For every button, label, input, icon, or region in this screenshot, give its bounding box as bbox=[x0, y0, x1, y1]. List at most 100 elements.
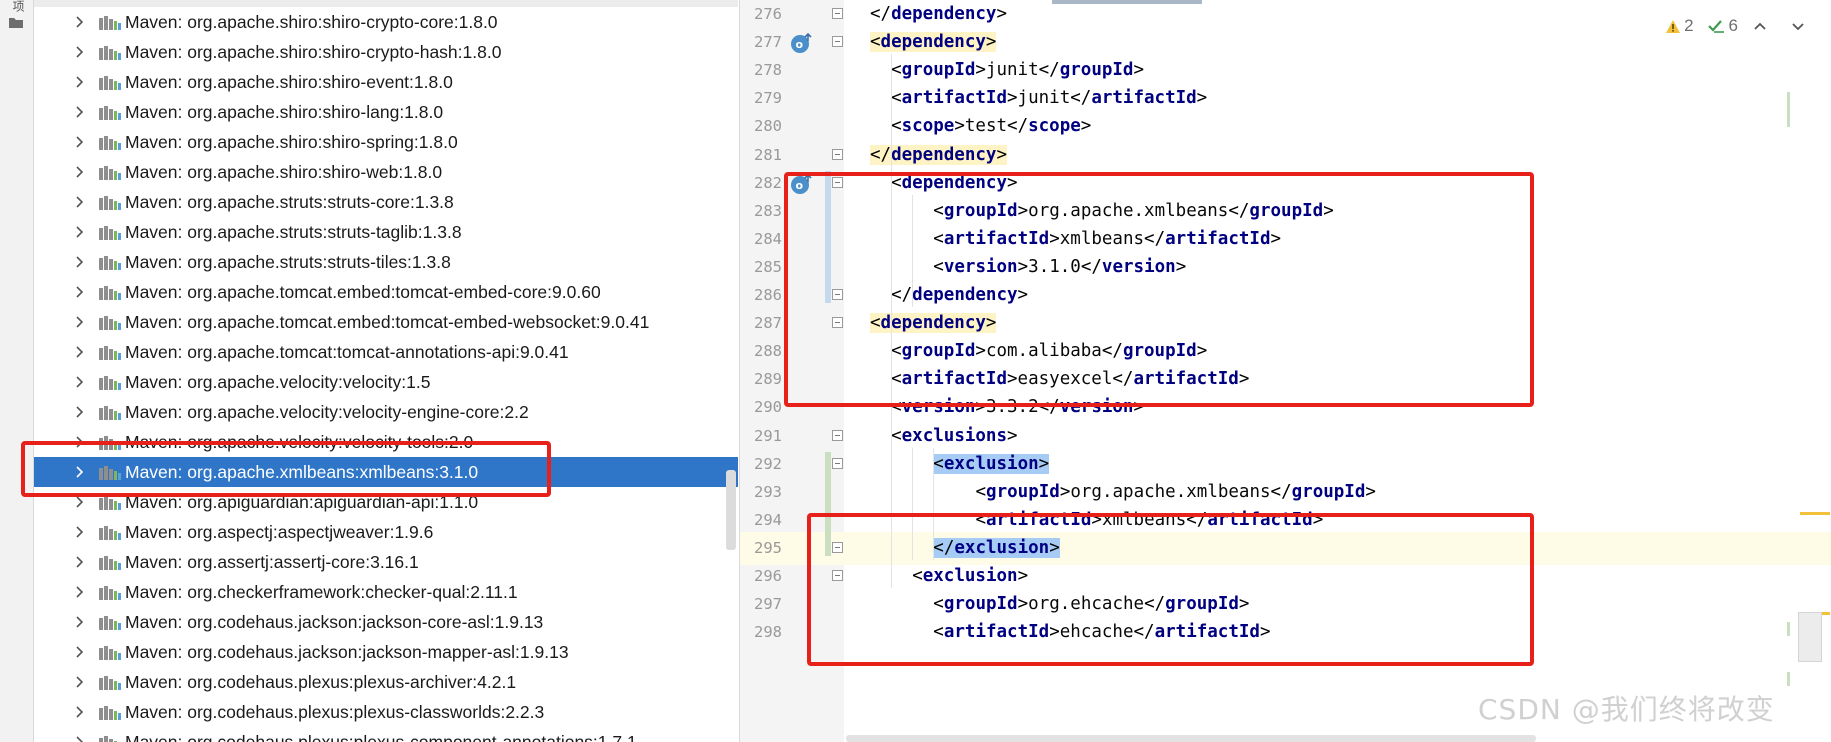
tree-row[interactable]: Maven: org.apache.shiro:shiro-spring:1.8… bbox=[34, 127, 738, 157]
chevron-right-icon[interactable] bbox=[74, 76, 84, 88]
fold-marker-icon[interactable] bbox=[832, 457, 843, 469]
tree-row[interactable]: Maven: org.apache.shiro:shiro-event:1.8.… bbox=[34, 67, 738, 97]
chevron-right-icon[interactable] bbox=[74, 586, 84, 598]
tree-row[interactable]: Maven: org.codehaus.plexus:plexus-classw… bbox=[34, 697, 738, 727]
chevron-right-icon[interactable] bbox=[74, 736, 84, 742]
chevron-right-icon[interactable] bbox=[74, 436, 84, 448]
ok-count[interactable]: 6 bbox=[1707, 16, 1738, 36]
chevron-right-icon[interactable] bbox=[74, 226, 84, 238]
change-marker[interactable] bbox=[1787, 622, 1790, 636]
vcs-change-bar[interactable] bbox=[825, 451, 831, 556]
folder-icon[interactable] bbox=[8, 16, 24, 29]
library-icon bbox=[99, 676, 121, 690]
vcs-change-bar[interactable] bbox=[825, 170, 831, 304]
tree-row[interactable]: Maven: org.codehaus.jackson:jackson-core… bbox=[34, 607, 738, 637]
tree-row[interactable]: Maven: org.apache.shiro:shiro-lang:1.8.0 bbox=[34, 97, 738, 127]
tree-row[interactable]: Maven: org.apache.shiro:shiro-crypto-cor… bbox=[34, 7, 738, 37]
fold-marker-icon[interactable] bbox=[832, 317, 843, 329]
xml-bracket: > bbox=[1323, 200, 1334, 221]
chevron-right-icon[interactable] bbox=[74, 616, 84, 628]
tree-row[interactable]: Maven: org.apache.shiro:shiro-web:1.8.0 bbox=[34, 157, 738, 187]
project-tool-label[interactable]: 项 bbox=[10, 0, 27, 12]
xml-tag-name: version bbox=[1059, 397, 1134, 418]
xml-tag-name: artifactId bbox=[901, 88, 1007, 109]
tree-row[interactable]: Maven: org.apache.shiro:shiro-crypto-has… bbox=[34, 37, 738, 67]
code-line[interactable]: 298 <artifactId>ehcache</artifactId> bbox=[740, 616, 1831, 649]
chevron-right-icon[interactable] bbox=[74, 556, 84, 568]
chevron-right-icon[interactable] bbox=[74, 256, 84, 268]
change-marker[interactable] bbox=[1787, 92, 1790, 127]
warning-count[interactable]: 2 bbox=[1665, 16, 1694, 36]
tree-row[interactable]: Maven: org.apache.tomcat.embed:tomcat-em… bbox=[34, 307, 738, 337]
fold-marker-icon[interactable] bbox=[832, 570, 843, 581]
library-label: Maven: org.apache.tomcat.embed:tomcat-em… bbox=[125, 282, 601, 302]
library-icon bbox=[99, 616, 121, 630]
chevron-right-icon[interactable] bbox=[74, 676, 84, 688]
fold-marker-icon[interactable] bbox=[832, 36, 843, 48]
xml-bracket: > bbox=[985, 32, 997, 53]
overriding-icon[interactable]: o bbox=[789, 32, 815, 54]
chevron-right-icon[interactable] bbox=[74, 346, 84, 358]
tree-row[interactable]: Maven: org.codehaus.plexus:plexus-compon… bbox=[34, 727, 738, 742]
pom-xml-editor[interactable]: 276 </dependency> 277 <dependency> o 278 <grou… bbox=[739, 0, 1831, 742]
tree-row[interactable]: Maven: org.apache.xmlbeans:xmlbeans:3.1.… bbox=[34, 457, 738, 487]
tree-row[interactable]: Maven: org.apache.tomcat.embed:tomcat-em… bbox=[34, 277, 738, 307]
chevron-up-icon[interactable] bbox=[1752, 20, 1768, 32]
xml-bracket: < bbox=[891, 341, 902, 362]
chevron-right-icon[interactable] bbox=[74, 196, 84, 208]
overriding-icon[interactable]: o bbox=[789, 173, 815, 195]
xml-tag-name: dependency bbox=[880, 32, 986, 53]
xml-bracket: > bbox=[1175, 256, 1187, 277]
tree-row[interactable]: Maven: org.apache.struts:struts-core:1.3… bbox=[34, 187, 738, 217]
chevron-right-icon[interactable] bbox=[74, 136, 84, 148]
tree-row[interactable]: Maven: org.assertj:assertj-core:3.16.1 bbox=[34, 547, 738, 577]
xml-bracket: > bbox=[1312, 509, 1324, 530]
tree-row[interactable]: Maven: org.apache.struts:struts-tiles:1.… bbox=[34, 247, 738, 277]
chevron-down-icon[interactable] bbox=[1790, 20, 1806, 32]
chevron-right-icon[interactable] bbox=[74, 316, 84, 328]
editor-horizontal-scrollbar[interactable] bbox=[846, 735, 1536, 742]
chevron-right-icon[interactable] bbox=[74, 646, 84, 658]
tree-scrollbar[interactable] bbox=[726, 470, 736, 550]
tree-row[interactable]: Maven: org.checkerframework:checker-qual… bbox=[34, 577, 738, 607]
chevron-right-icon[interactable] bbox=[74, 46, 84, 58]
xml-bracket: < bbox=[891, 172, 902, 193]
editor-scroll-thumb[interactable] bbox=[1798, 612, 1822, 662]
chevron-right-icon[interactable] bbox=[74, 286, 84, 298]
tree-row[interactable]: Maven: org.codehaus.plexus:plexus-archiv… bbox=[34, 667, 738, 697]
tree-row[interactable]: Maven: org.apache.struts:struts-taglib:1… bbox=[34, 217, 738, 247]
chevron-right-icon[interactable] bbox=[74, 526, 84, 538]
chevron-right-icon[interactable] bbox=[74, 16, 84, 28]
library-icon bbox=[99, 46, 121, 60]
change-marker[interactable] bbox=[1787, 672, 1790, 686]
inspection-widget[interactable]: 2 6 bbox=[1665, 14, 1806, 38]
fold-marker-icon[interactable] bbox=[832, 289, 843, 300]
chevron-right-icon[interactable] bbox=[74, 496, 84, 508]
chevron-right-icon[interactable] bbox=[74, 406, 84, 418]
tree-row[interactable]: Maven: org.apiguardian:apiguardian-api:1… bbox=[34, 487, 738, 517]
warning-marker[interactable] bbox=[1800, 512, 1830, 515]
chevron-right-icon[interactable] bbox=[74, 106, 84, 118]
xml-bracket: </ bbox=[933, 537, 955, 558]
chevron-right-icon[interactable] bbox=[74, 466, 84, 478]
fold-marker-icon[interactable] bbox=[832, 176, 843, 188]
chevron-right-icon[interactable] bbox=[74, 706, 84, 718]
fold-marker-icon[interactable] bbox=[832, 148, 843, 160]
fold-marker-icon[interactable] bbox=[832, 8, 843, 19]
library-label: Maven: org.codehaus.jackson:jackson-mapp… bbox=[125, 642, 569, 662]
chevron-right-icon[interactable] bbox=[74, 166, 84, 178]
fold-marker-icon[interactable] bbox=[832, 541, 843, 553]
xml-tag-name: groupId bbox=[901, 60, 976, 81]
tree-row[interactable]: Maven: org.apache.velocity:velocity-engi… bbox=[34, 397, 738, 427]
xml-text: org.apache.xmlbeans bbox=[1070, 481, 1271, 502]
tree-row[interactable]: Maven: org.apache.velocity:velocity:1.5 bbox=[34, 367, 738, 397]
tree-row[interactable]: Maven: org.apache.tomcat:tomcat-annotati… bbox=[34, 337, 738, 367]
tree-row[interactable]: Maven: org.apache.velocity:velocity-tool… bbox=[34, 427, 738, 457]
tree-row[interactable]: Maven: org.aspectj:aspectjweaver:1.9.6 bbox=[34, 517, 738, 547]
chevron-right-icon[interactable] bbox=[74, 376, 84, 388]
library-label: Maven: org.codehaus.plexus:plexus-classw… bbox=[125, 702, 545, 722]
fold-marker-icon[interactable] bbox=[832, 429, 843, 441]
xml-tag-name: artifactId bbox=[1207, 509, 1313, 530]
tree-row[interactable]: Maven: org.codehaus.jackson:jackson-mapp… bbox=[34, 637, 738, 667]
library-label: Maven: org.apache.struts:struts-tiles:1.… bbox=[125, 252, 451, 272]
